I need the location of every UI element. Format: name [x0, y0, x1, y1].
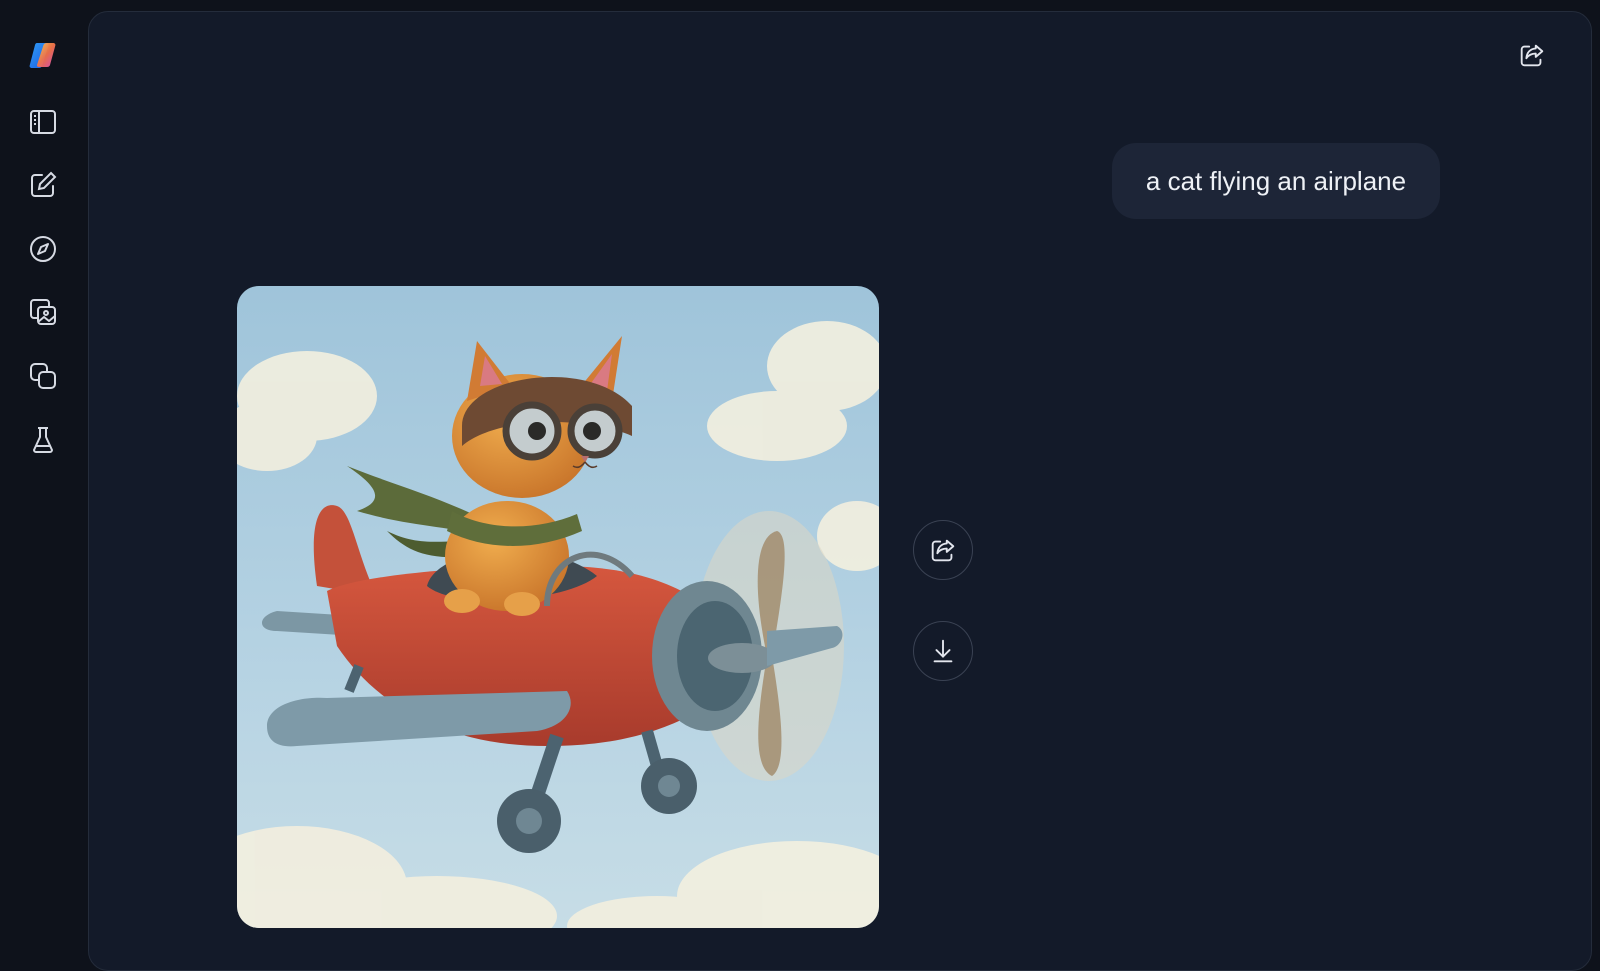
new-chat-icon[interactable]: [23, 165, 63, 205]
copilot-logo-icon[interactable]: [23, 35, 63, 75]
user-message-text: a cat flying an airplane: [1145, 165, 1407, 196]
share-conversation-button[interactable]: [1511, 34, 1553, 76]
generated-image[interactable]: [237, 286, 879, 928]
labs-flask-icon[interactable]: [23, 420, 63, 460]
download-image-button[interactable]: [913, 621, 973, 681]
image-gallery-icon[interactable]: [23, 292, 63, 332]
pages-icon[interactable]: [23, 356, 63, 396]
discover-compass-icon[interactable]: [23, 229, 63, 269]
download-icon: [933, 639, 953, 663]
share-icon: [1520, 44, 1544, 67]
share-icon: [931, 539, 955, 562]
user-message-bubble: a cat flying an airplane: [1112, 143, 1440, 219]
share-image-button[interactable]: [913, 520, 973, 580]
left-sidebar: [0, 0, 88, 951]
sidebar-toggle-icon[interactable]: [23, 102, 63, 142]
